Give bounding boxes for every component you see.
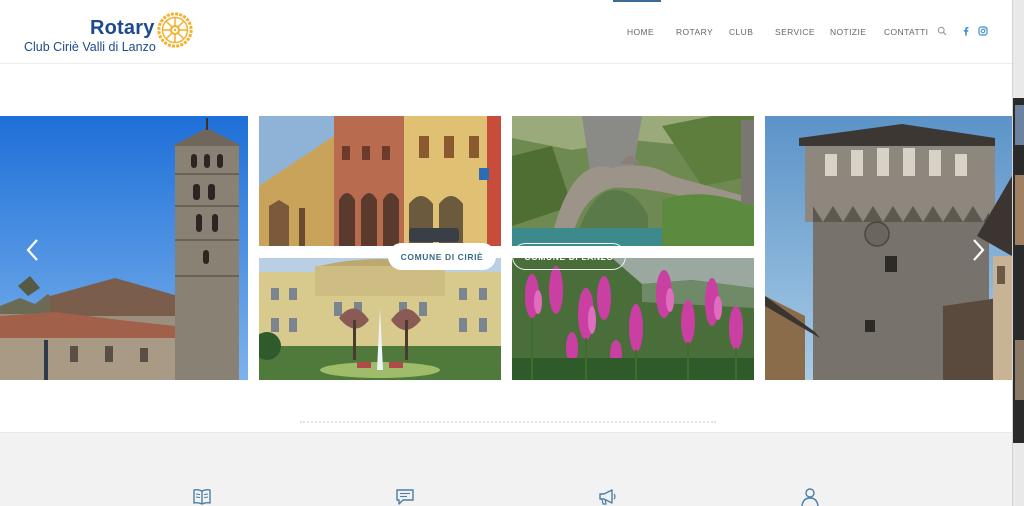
caption-comune-ciriè-button[interactable]: COMUNE DI CIRIÈ (388, 243, 496, 270)
nav-item-contatti[interactable]: CONTATTI (884, 27, 928, 37)
nav-item-rotary[interactable]: ROTARY (676, 27, 713, 37)
nav-item-service[interactable]: SERVICE (775, 27, 815, 37)
nav-item-home[interactable]: HOME (627, 27, 654, 37)
image-slider (0, 116, 1012, 380)
page: Rotary Club Ciriè Valli di Lanzo HOME RO… (0, 0, 1024, 506)
slider-prev-chevron-left-icon[interactable] (25, 238, 41, 262)
logo-wordmark: Rotary (90, 17, 155, 39)
instagram-icon[interactable] (978, 26, 988, 36)
window-edge-thumb (1015, 340, 1024, 400)
logo-club-name: Club Ciriè Valli di Lanzo (24, 40, 156, 54)
features-band (0, 432, 1012, 506)
site-header: Rotary Club Ciriè Valli di Lanzo HOME RO… (0, 0, 1012, 64)
search-icon[interactable] (937, 26, 947, 36)
stone-bridge-photo (512, 116, 754, 246)
slider-next-chevron-right-icon[interactable] (970, 238, 986, 262)
arcaded-street-photo (259, 116, 501, 246)
megaphone-icon[interactable] (597, 487, 617, 506)
rotary-wheel-icon (157, 12, 193, 48)
slide-palazzo[interactable] (259, 258, 501, 380)
book-icon[interactable] (192, 487, 212, 506)
facebook-icon[interactable] (961, 26, 971, 36)
caption-comune-lanzo-button[interactable]: COMUNE DI LANZO (512, 243, 626, 270)
slide-arcaded-street[interactable] (259, 116, 501, 246)
window-edge-thumb (1015, 105, 1024, 145)
nav-item-notizie[interactable]: NOTIZIE (830, 27, 866, 37)
pink-flowers-photo (512, 258, 754, 380)
slide-stone-bridge[interactable] (512, 116, 754, 246)
speech-bubble-icon[interactable] (395, 487, 415, 506)
nav-active-indicator (613, 0, 661, 2)
palazzo-fountain-photo (259, 258, 501, 380)
user-icon[interactable] (800, 487, 820, 506)
rotary-logo[interactable]: Rotary Club Ciriè Valli di Lanzo (22, 10, 202, 56)
window-edge-thumb (1015, 175, 1024, 245)
slide-pink-flowers[interactable] (512, 258, 754, 380)
window-edge (1012, 0, 1024, 506)
slider-divider (300, 421, 716, 423)
nav-item-club[interactable]: CLUB (729, 27, 753, 37)
